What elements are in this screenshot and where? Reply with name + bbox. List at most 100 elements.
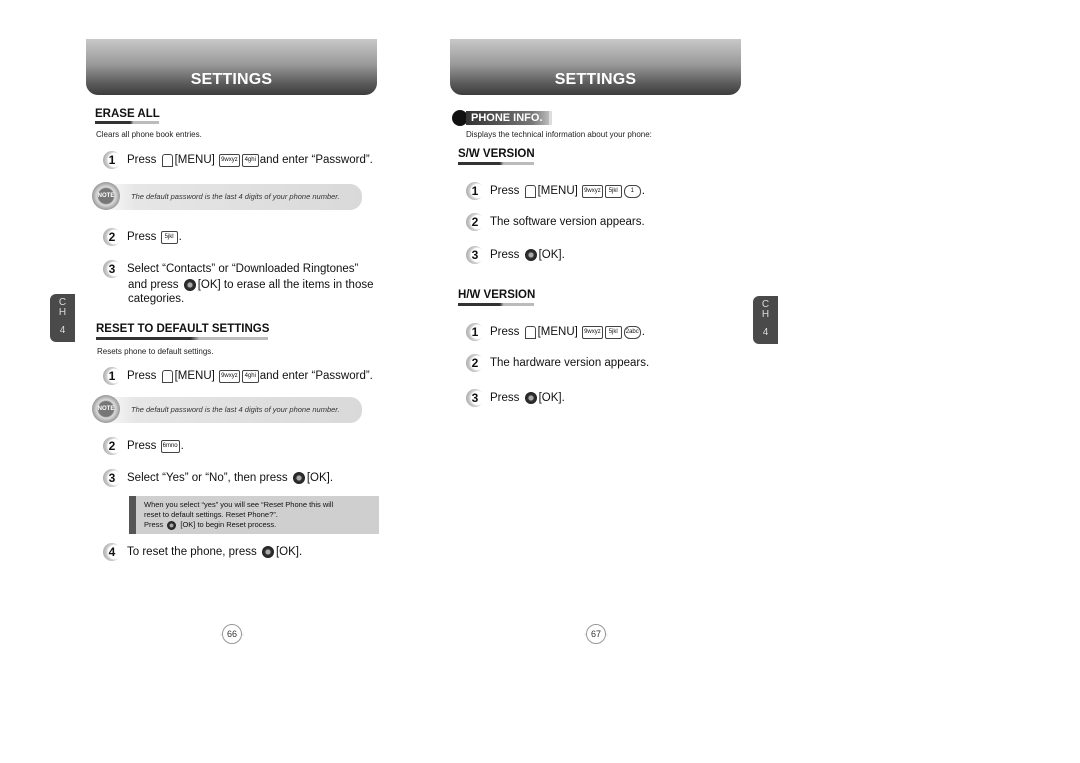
left-softkey-icon [524, 325, 536, 339]
sw-step-2: 2 The software version appears. [466, 213, 645, 231]
key-5-icon: 5jkl [604, 184, 622, 198]
step-text: . [641, 185, 645, 198]
key-4-icon: 4ghi [241, 153, 259, 167]
step-number: 3 [103, 469, 121, 487]
step-text: Press [490, 392, 520, 405]
step-text: . [178, 231, 182, 244]
note-text: The default password is the last 4 digit… [131, 405, 340, 414]
right-header-title: SETTINGS [554, 71, 637, 88]
step-text: and enter “Password”. [259, 154, 373, 167]
chapter-letter: H [761, 309, 770, 320]
step-text: The software version appears. [490, 216, 645, 229]
key-2-icon: 2abc [623, 325, 641, 339]
step-number: 2 [103, 228, 121, 246]
step-text: Select “Contacts” or “Downloaded Rington… [127, 263, 359, 276]
hw-step-2: 2 The hardware version appears. [466, 354, 649, 372]
step-number: 1 [466, 323, 484, 341]
erase-all-title: ERASE ALL [95, 108, 160, 120]
step-text: . [180, 440, 184, 453]
erase-step-3: 3 Select “Contacts” or “Downloaded Ringto… [103, 260, 393, 306]
sw-step-3: 3 Press [OK]. [466, 246, 565, 264]
chapter-number: 4 [59, 325, 66, 336]
left-softkey-icon [524, 184, 536, 198]
erase-note: NOTE The default password is the last 4 … [92, 182, 362, 210]
reset-step-4: 4 To reset the phone, press [OK]. [103, 543, 302, 561]
right-page-header: SETTINGS [450, 39, 741, 95]
left-page-header: SETTINGS [86, 39, 377, 95]
step-number: 2 [466, 213, 484, 231]
left-chapter-tab: C H 4 [50, 294, 75, 342]
step-text: [OK]. [306, 472, 334, 485]
erase-all-description: Clears all phone book entries. [96, 130, 202, 139]
key-9-icon: 9wxyz [219, 369, 240, 383]
reset-step-2: 2 Press 6mno. [103, 437, 184, 455]
left-softkey-icon [161, 153, 173, 167]
reset-step-1: 1 Press [MENU] 9wxyz 4ghi and enter “Passwo… [103, 367, 373, 385]
step-text: The hardware version appears. [490, 357, 650, 370]
hw-step-3: 3 Press [OK]. [466, 389, 565, 407]
step-number: 2 [103, 437, 121, 455]
chapter-number: 4 [762, 327, 769, 338]
reset-callout: When you select “yes” you will see “Rese… [129, 496, 379, 534]
key-9-icon: 9wxyz [582, 325, 603, 339]
ok-button-icon [524, 249, 537, 261]
callout-text: [OK] to begin Reset process. [180, 520, 277, 529]
hw-version-underline [458, 303, 534, 306]
menu-label: [MENU] [174, 370, 215, 383]
step-text: [OK]. [538, 392, 565, 405]
hw-version-title: H/W VERSION [458, 289, 536, 301]
step-text: Press [127, 154, 157, 167]
left-page-number: 66 [222, 624, 242, 644]
note-icon: NOTE [92, 395, 120, 423]
step-text: and press [128, 279, 179, 291]
step-text: and enter “Password”. [259, 370, 373, 383]
step-number: 1 [103, 151, 121, 169]
key-6-icon: 6mno [160, 439, 180, 453]
step-text: categories. [128, 293, 185, 305]
callout-text: Press [144, 520, 164, 529]
step-number: 3 [103, 260, 121, 278]
key-4-icon: 4ghi [241, 369, 259, 383]
right-chapter-tab: C H 4 [753, 296, 778, 344]
note-text: The default password is the last 4 digit… [131, 192, 340, 201]
step-text: Press [490, 185, 520, 198]
key-9-icon: 9wxyz [219, 153, 240, 167]
ok-button-icon [524, 392, 537, 404]
step-text: [OK]. [275, 546, 303, 559]
menu-label: [MENU] [174, 154, 215, 167]
callout-text: When you select “yes” you will see “Rese… [144, 500, 334, 509]
step-text: [OK] to erase all the items in those [197, 279, 374, 291]
key-9-icon: 9wxyz [582, 184, 603, 198]
reset-note: NOTE The default password is the last 4 … [92, 395, 362, 423]
step-text: Press [127, 440, 157, 453]
reset-step-3: 3 Select “Yes” or “No”, then press [OK]. [103, 469, 333, 487]
callout-text: reset to default settings. Reset Phone?”… [144, 510, 278, 519]
menu-label: [MENU] [537, 185, 578, 198]
erase-step-2: 2 Press 5jkl. [103, 228, 182, 246]
reset-title: RESET TO DEFAULT SETTINGS [96, 323, 270, 335]
reset-underline [96, 337, 268, 340]
step-text: Press [490, 249, 520, 262]
step-text: Press [127, 370, 157, 383]
step-number: 3 [466, 246, 484, 264]
sw-version-title: S/W VERSION [458, 148, 535, 160]
note-icon: NOTE [92, 182, 120, 210]
menu-label: [MENU] [537, 326, 578, 339]
step-text: [OK]. [538, 249, 565, 262]
key-1-icon: 1 [623, 184, 641, 198]
section-label: PHONE INFO. [466, 111, 552, 125]
left-header-title: SETTINGS [190, 71, 273, 88]
sw-version-underline [458, 162, 534, 165]
step-number: 1 [466, 182, 484, 200]
step-text: To reset the phone, press [127, 546, 257, 559]
ok-button-icon [261, 546, 274, 558]
right-page-number: 67 [586, 624, 606, 644]
key-5-icon: 5jkl [604, 325, 622, 339]
step-number: 3 [466, 389, 484, 407]
step-text: Select “Yes” or “No”, then press [127, 472, 288, 485]
hw-step-1: 1 Press [MENU] 9wxyz 5jkl 2abc. [466, 323, 645, 341]
phone-info-label: PHONE INFO. [452, 110, 552, 126]
left-softkey-icon [161, 369, 173, 383]
phone-info-description: Displays the technical information about… [466, 130, 652, 139]
chapter-letter: H [58, 307, 67, 318]
